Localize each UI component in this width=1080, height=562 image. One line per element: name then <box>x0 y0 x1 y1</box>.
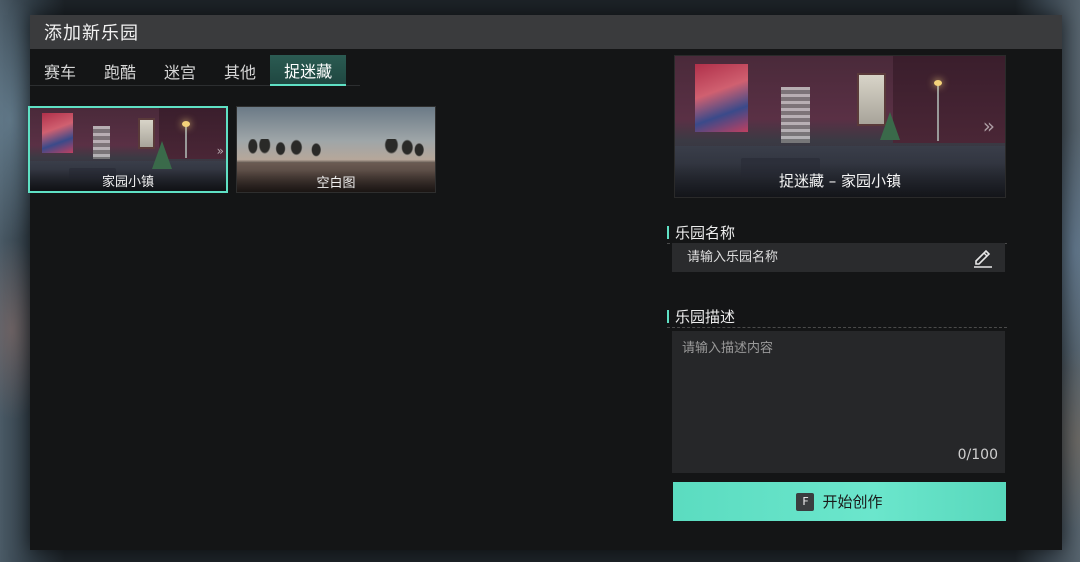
tab-hide-and-seek[interactable]: 捉迷藏 <box>270 55 347 86</box>
tab-other[interactable]: 其他 <box>210 55 270 86</box>
tab-maze[interactable]: 迷宫 <box>150 55 210 86</box>
park-name-label: 乐园名称 <box>667 222 1007 244</box>
dialog-title: 添加新乐园 <box>30 15 1062 49</box>
map-list: » 家园小镇 空白图 <box>28 106 436 193</box>
start-creating-label: 开始创作 <box>822 493 883 511</box>
map-preview-caption: 捉迷藏 – 家园小镇 <box>675 163 1005 197</box>
pencil-icon[interactable] <box>972 246 994 268</box>
map-card-label: 家园小镇 <box>30 169 226 191</box>
double-chevron-right-icon[interactable]: » <box>983 114 995 138</box>
park-description-label: 乐园描述 <box>667 306 1007 328</box>
tab-parkour[interactable]: 跑酷 <box>90 55 150 86</box>
map-card-home-town[interactable]: » 家园小镇 <box>28 106 228 193</box>
character-counter: 0/100 <box>957 447 998 463</box>
map-card-label: 空白图 <box>237 170 435 192</box>
map-preview: » 捉迷藏 – 家园小镇 <box>674 55 1006 198</box>
tab-racing[interactable]: 赛车 <box>30 55 90 86</box>
start-creating-button[interactable]: F 开始创作 <box>673 482 1006 521</box>
double-chevron-right-icon: » <box>216 144 224 158</box>
park-name-input[interactable] <box>672 243 1005 272</box>
keybind-badge: F <box>796 492 815 511</box>
category-tabs: 赛车 跑酷 迷宫 其他 捉迷藏 <box>30 55 360 86</box>
map-card-blank[interactable]: 空白图 <box>236 106 436 193</box>
